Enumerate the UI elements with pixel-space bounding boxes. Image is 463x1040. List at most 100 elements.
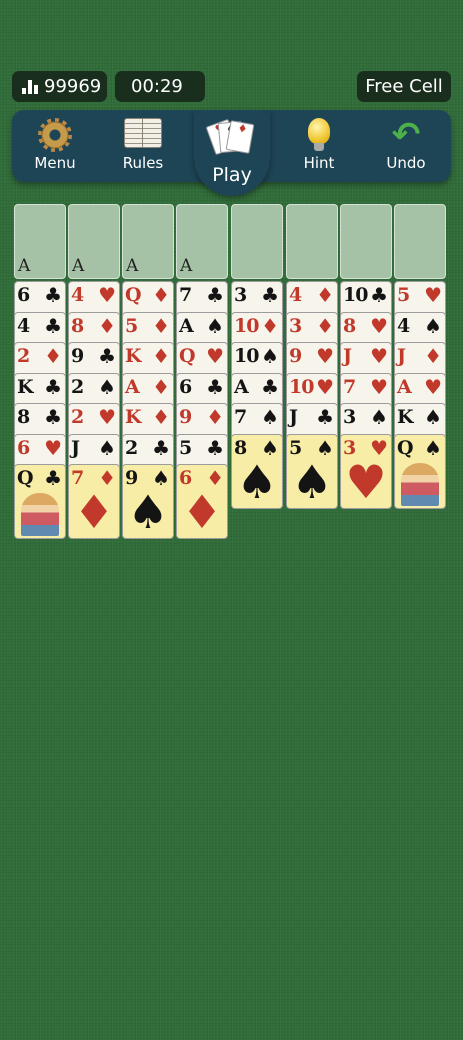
free-cell-slot[interactable] bbox=[286, 204, 338, 279]
leaderboard-bars-icon bbox=[22, 79, 38, 94]
card-rank: 7 bbox=[234, 406, 247, 428]
foundation-slot[interactable]: A bbox=[122, 204, 174, 279]
rules-button[interactable]: Rules bbox=[103, 112, 183, 178]
card-suit-icon: ♦ bbox=[206, 405, 224, 429]
card-center-suit-icon: ♦ bbox=[181, 485, 223, 539]
card-rank: 3 bbox=[289, 314, 302, 337]
card-rank: Q bbox=[125, 284, 142, 306]
card-rank: K bbox=[397, 406, 413, 428]
card-rank: 2 bbox=[17, 345, 30, 367]
playing-card[interactable]: 7 ♦ ♦ bbox=[68, 464, 120, 539]
card-rank: 5 bbox=[125, 314, 138, 337]
playing-card[interactable]: 9 ♠ ♠ bbox=[122, 464, 174, 539]
playing-card[interactable]: 6 ♦ ♦ bbox=[176, 464, 228, 539]
card-rank: 8 bbox=[17, 406, 30, 428]
card-suit-icon: ♣ bbox=[206, 374, 224, 399]
card-rank: 8 bbox=[343, 314, 356, 337]
card-rank: 6 bbox=[17, 284, 30, 306]
card-suit-icon: ♣ bbox=[261, 374, 279, 399]
card-suit-icon: ♥ bbox=[316, 344, 334, 368]
game-name-button[interactable]: Free Cell bbox=[357, 71, 451, 102]
card-suit-icon: ♥ bbox=[370, 344, 388, 368]
card-rank: 3 bbox=[343, 406, 356, 428]
card-rank: 9 bbox=[179, 406, 192, 428]
card-rank: 6 bbox=[179, 375, 192, 398]
free-cell-slot[interactable] bbox=[394, 204, 446, 279]
card-suit-icon: ♦ bbox=[316, 283, 334, 307]
card-rank: 10 bbox=[289, 375, 314, 398]
book-icon bbox=[124, 118, 162, 148]
card-suit-icon: ♠ bbox=[261, 344, 279, 368]
card-suit-icon: ♣ bbox=[44, 283, 62, 307]
card-suit-icon: ♦ bbox=[424, 344, 442, 368]
playing-card[interactable]: 3 ♥ ♥ bbox=[340, 433, 392, 509]
card-rank: K bbox=[17, 375, 33, 398]
card-rank: 7 bbox=[179, 284, 192, 306]
free-cell-slot[interactable] bbox=[340, 204, 392, 279]
card-suit-icon: ♣ bbox=[44, 313, 62, 338]
playing-card[interactable]: 8 ♠ ♠ bbox=[231, 433, 283, 509]
card-suit-icon: ♠ bbox=[424, 313, 442, 338]
card-rank: 2 bbox=[71, 406, 84, 428]
playing-card[interactable]: 5 ♠ ♠ bbox=[286, 433, 338, 509]
card-suit-icon: ♠ bbox=[424, 405, 442, 429]
menu-button[interactable]: Menu bbox=[15, 112, 95, 178]
card-rank: 2 bbox=[71, 375, 84, 398]
card-suit-icon: ♦ bbox=[44, 344, 62, 368]
card-suit-icon: ♦ bbox=[152, 344, 170, 368]
play-button[interactable]: ♥ ♠ ♦ Play bbox=[192, 112, 272, 192]
card-suit-icon: ♥ bbox=[98, 283, 116, 307]
card-center-suit-icon: ♠ bbox=[236, 454, 278, 509]
card-suit-icon: ♣ bbox=[98, 344, 116, 368]
card-rank: 9 bbox=[71, 345, 84, 367]
foundation-slot[interactable]: A bbox=[176, 204, 228, 279]
card-suit-icon: ♦ bbox=[152, 313, 170, 338]
score-display[interactable]: 99969 bbox=[12, 71, 107, 102]
playing-card[interactable]: Q ♣ bbox=[14, 464, 66, 539]
card-rank: 4 bbox=[71, 284, 84, 306]
slot-label: A bbox=[72, 256, 85, 276]
hint-label: Hint bbox=[303, 154, 335, 172]
card-suit-icon: ♦ bbox=[152, 405, 170, 429]
undo-button[interactable]: ↶ Undo bbox=[366, 112, 446, 178]
score-value: 99969 bbox=[44, 76, 102, 97]
foundation-slot[interactable]: A bbox=[14, 204, 66, 279]
card-suit-icon: ♠ bbox=[206, 313, 224, 338]
playing-card[interactable]: Q ♠ bbox=[394, 433, 446, 509]
card-suit-icon: ♣ bbox=[152, 435, 170, 460]
hint-button[interactable]: Hint bbox=[279, 112, 359, 178]
card-rank: Q bbox=[179, 345, 196, 367]
slot-label: A bbox=[180, 256, 193, 276]
card-suit-icon: ♠ bbox=[98, 374, 116, 399]
card-suit-icon: ♠ bbox=[98, 435, 116, 460]
card-center-suit-icon: ♥ bbox=[345, 454, 387, 509]
card-suit-icon: ♥ bbox=[98, 405, 116, 429]
card-suit-icon: ♦ bbox=[152, 283, 170, 307]
foundation-slot[interactable]: A bbox=[68, 204, 120, 279]
card-suit-icon: ♦ bbox=[98, 313, 116, 338]
card-suit-icon: ♣ bbox=[206, 435, 224, 460]
card-rank: J bbox=[289, 406, 298, 428]
card-rank: 4 bbox=[17, 314, 30, 337]
gear-icon bbox=[38, 118, 72, 152]
card-suit-icon: ♠ bbox=[370, 405, 388, 429]
game-name-label: Free Cell bbox=[365, 76, 443, 97]
timer-value: 00:29 bbox=[131, 76, 183, 97]
card-rank: 9 bbox=[289, 345, 302, 367]
card-rank: 6 bbox=[17, 436, 30, 459]
card-rank: A bbox=[125, 375, 140, 398]
free-cell-slot[interactable] bbox=[231, 204, 283, 279]
card-suit-icon: ♣ bbox=[44, 466, 62, 490]
card-rank: K bbox=[125, 345, 141, 367]
card-suit-icon: ♥ bbox=[44, 435, 62, 460]
card-suit-icon: ♦ bbox=[261, 313, 279, 338]
card-suit-icon: ♠ bbox=[424, 435, 442, 460]
card-suit-icon: ♣ bbox=[44, 374, 62, 399]
card-rank: 3 bbox=[234, 284, 247, 306]
card-suit-icon: ♣ bbox=[370, 283, 388, 307]
timer-display: 00:29 bbox=[115, 71, 205, 102]
card-rank: K bbox=[125, 406, 141, 428]
card-suit-icon: ♥ bbox=[370, 374, 388, 399]
card-rank: 4 bbox=[289, 284, 302, 306]
undo-arrow-icon: ↶ bbox=[391, 115, 421, 155]
